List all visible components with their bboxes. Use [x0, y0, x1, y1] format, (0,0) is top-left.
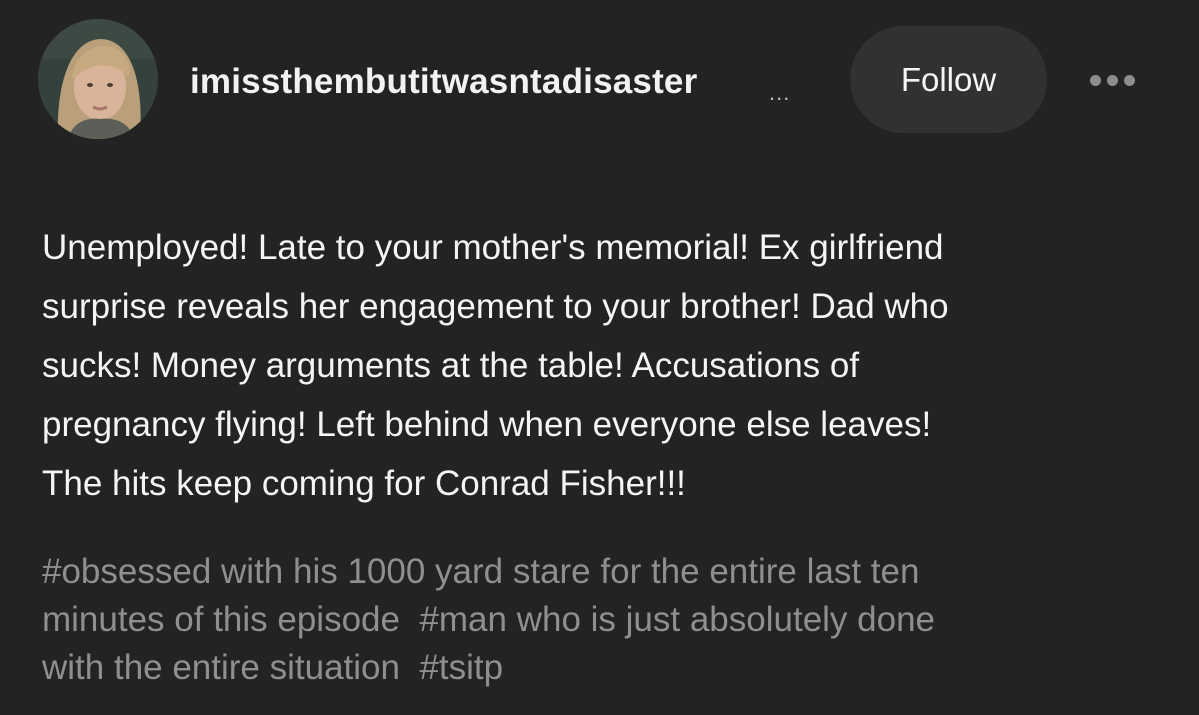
avatar[interactable] [38, 19, 158, 139]
username-truncation: ... [769, 80, 791, 105]
tag-man-who-is-done[interactable]: #man who is just absolutely done [419, 600, 935, 639]
tag-line: minutes of this episode #man who is just… [42, 596, 1172, 644]
post-body: Unemployed! Late to your mother's memori… [42, 218, 1162, 513]
post-body-line: sucks! Money arguments at the table! Acc… [42, 346, 860, 385]
tag-line: #obsessed with his 1000 yard stare for t… [42, 548, 1172, 596]
post-body-line: Unemployed! Late to your mother's memori… [42, 228, 944, 267]
ellipsis-icon [1106, 74, 1118, 86]
post-header: imissthembutitwasntadisaster ... Follow [0, 0, 1199, 160]
post-body-line: The hits keep coming for Conrad Fisher!!… [42, 464, 686, 503]
follow-button[interactable]: Follow [850, 26, 1047, 133]
tag-man-who-is-done-continued[interactable]: with the entire situation [42, 648, 400, 687]
ellipsis-icon [1089, 74, 1101, 86]
tag-obsessed-continued[interactable]: minutes of this episode [42, 600, 400, 639]
username[interactable]: imissthembutitwasntadisaster [190, 62, 697, 102]
tag-line: with the entire situation #tsitp [42, 644, 1172, 692]
post-card: imissthembutitwasntadisaster ... Follow … [0, 0, 1199, 715]
ellipsis-icon [1123, 74, 1135, 86]
post-body-line: pregnancy flying! Left behind when every… [42, 405, 932, 444]
post-tags: #obsessed with his 1000 yard stare for t… [42, 548, 1172, 692]
avatar-image [38, 19, 158, 139]
tag-obsessed[interactable]: #obsessed with his 1000 yard stare for t… [42, 552, 919, 591]
more-options-button[interactable] [1080, 60, 1144, 100]
post-body-line: surprise reveals her engagement to your … [42, 287, 949, 326]
tag-tsitp[interactable]: #tsitp [419, 648, 503, 687]
